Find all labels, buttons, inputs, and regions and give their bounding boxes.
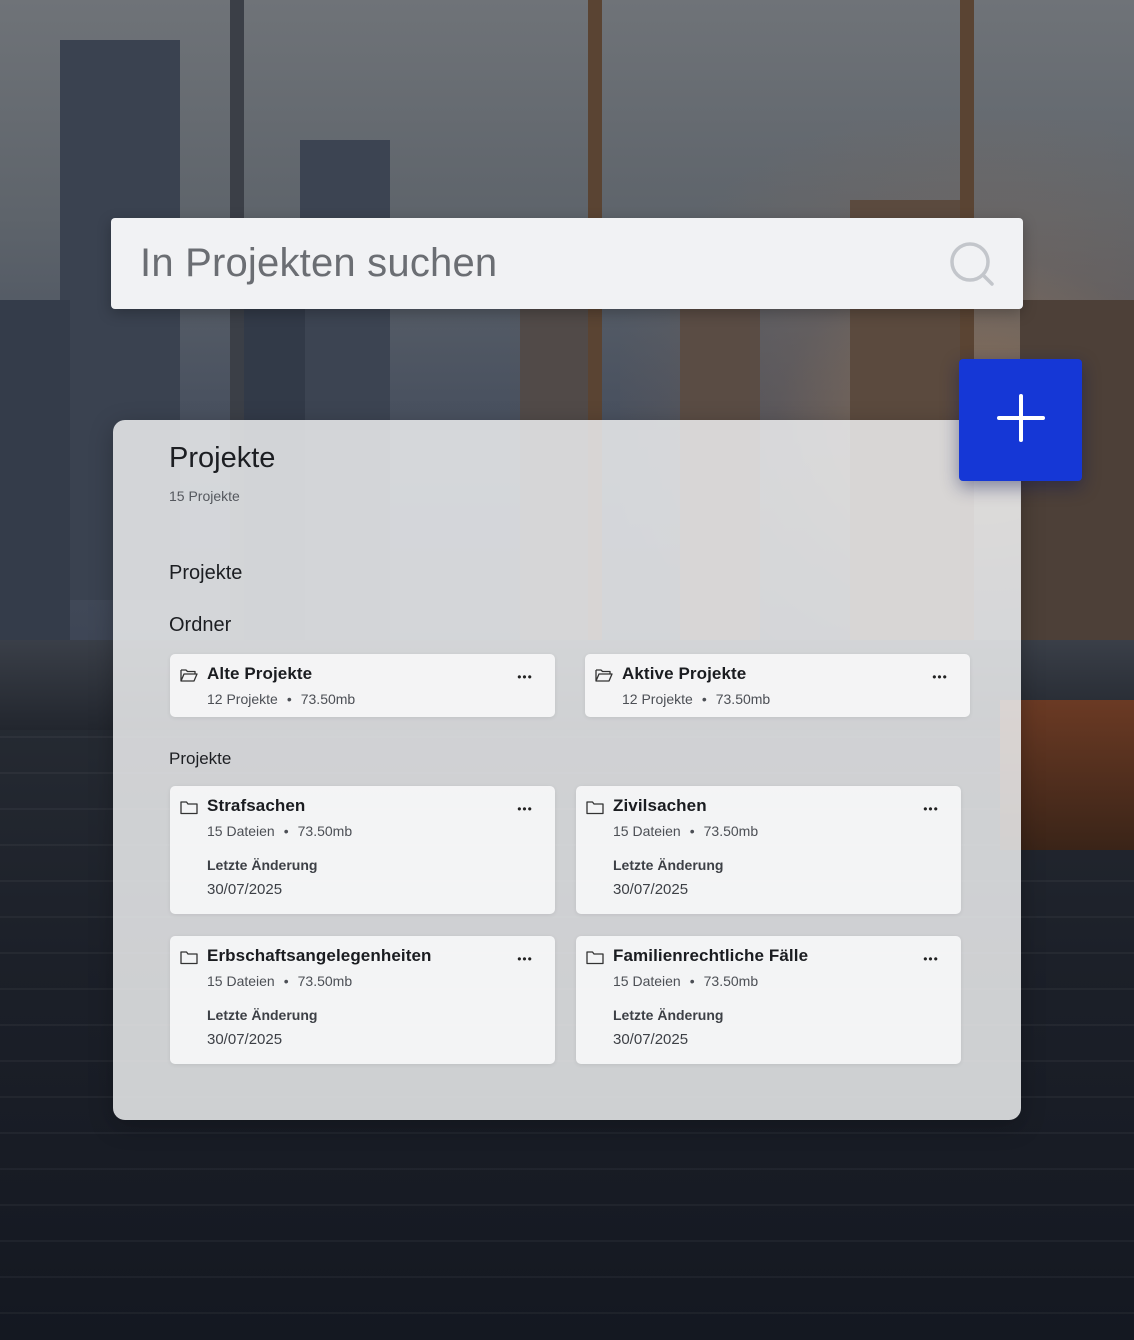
search-bar[interactable]: In Projekten suchen (111, 218, 1023, 309)
project-name: Zivilsachen (613, 796, 707, 815)
search-icon[interactable] (949, 241, 995, 287)
more-horizontal-icon[interactable]: ••• (517, 671, 533, 686)
folder-meta: 12 Projekte • 73.50mb (622, 691, 771, 707)
project-meta: 15 Dateien • 73.50mb (207, 823, 353, 839)
projects-section-heading: Projekte (169, 749, 232, 768)
folder-card-alte-projekte[interactable]: Alte Projekte 12 Projekte • 73.50mb ••• (170, 654, 555, 717)
last-change-date: 30/07/2025 (613, 1031, 689, 1048)
folder-icon (180, 950, 198, 965)
nav-ordner[interactable]: Ordner (169, 614, 231, 637)
add-project-button[interactable] (959, 359, 1082, 481)
folder-open-icon (595, 668, 613, 683)
project-meta: 15 Dateien • 73.50mb (613, 973, 759, 989)
last-change-label: Letzte Änderung (613, 857, 724, 873)
last-change-label: Letzte Änderung (207, 1007, 318, 1023)
last-change-date: 30/07/2025 (207, 881, 283, 898)
nav-projekte[interactable]: Projekte (169, 562, 242, 585)
folder-icon (180, 800, 198, 815)
more-horizontal-icon[interactable]: ••• (517, 803, 533, 818)
project-card-familienrechtliche-faelle[interactable]: Familienrechtliche Fälle 15 Dateien • 73.5… (576, 936, 961, 1064)
project-name: Strafsachen (207, 796, 306, 815)
project-name: Erbschaftsangelegenheiten (207, 946, 432, 965)
project-name: Familienrechtliche Fälle (613, 946, 809, 965)
more-horizontal-icon[interactable]: ••• (923, 803, 939, 818)
project-meta: 15 Dateien • 73.50mb (207, 973, 353, 989)
folder-card-aktive-projekte[interactable]: Aktive Projekte 12 Projekte • 73.50mb ••• (585, 654, 970, 717)
more-horizontal-icon[interactable]: ••• (517, 953, 533, 968)
project-meta: 15 Dateien • 73.50mb (613, 823, 759, 839)
folder-open-icon (180, 668, 198, 683)
last-change-label: Letzte Änderung (613, 1007, 724, 1023)
folder-icon (586, 800, 604, 815)
projects-panel: Projekte 15 Projekte Projekte Ordner Alt… (113, 420, 1021, 1120)
folder-meta: 12 Projekte • 73.50mb (207, 691, 356, 707)
more-horizontal-icon[interactable]: ••• (923, 953, 939, 968)
last-change-date: 30/07/2025 (207, 1031, 283, 1048)
folder-name: Aktive Projekte (622, 664, 747, 683)
project-card-erbschaftsangelegenheiten[interactable]: Erbschaftsangelegenheiten 15 Dateien • 73.… (170, 936, 555, 1064)
more-horizontal-icon[interactable]: ••• (932, 671, 948, 686)
plus-icon (996, 393, 1045, 447)
search-input[interactable]: In Projekten suchen (140, 241, 949, 286)
project-card-strafsachen[interactable]: Strafsachen 15 Dateien • 73.50mb ••• Letzt… (170, 786, 555, 914)
last-change-label: Letzte Änderung (207, 857, 318, 873)
project-card-zivilsachen[interactable]: Zivilsachen 15 Dateien • 73.50mb ••• Letzt… (576, 786, 961, 914)
project-count: 15 Projekte (169, 488, 240, 504)
last-change-date: 30/07/2025 (613, 881, 689, 898)
page-title: Projekte (169, 442, 276, 474)
folder-icon (586, 950, 604, 965)
folder-name: Alte Projekte (207, 664, 313, 683)
